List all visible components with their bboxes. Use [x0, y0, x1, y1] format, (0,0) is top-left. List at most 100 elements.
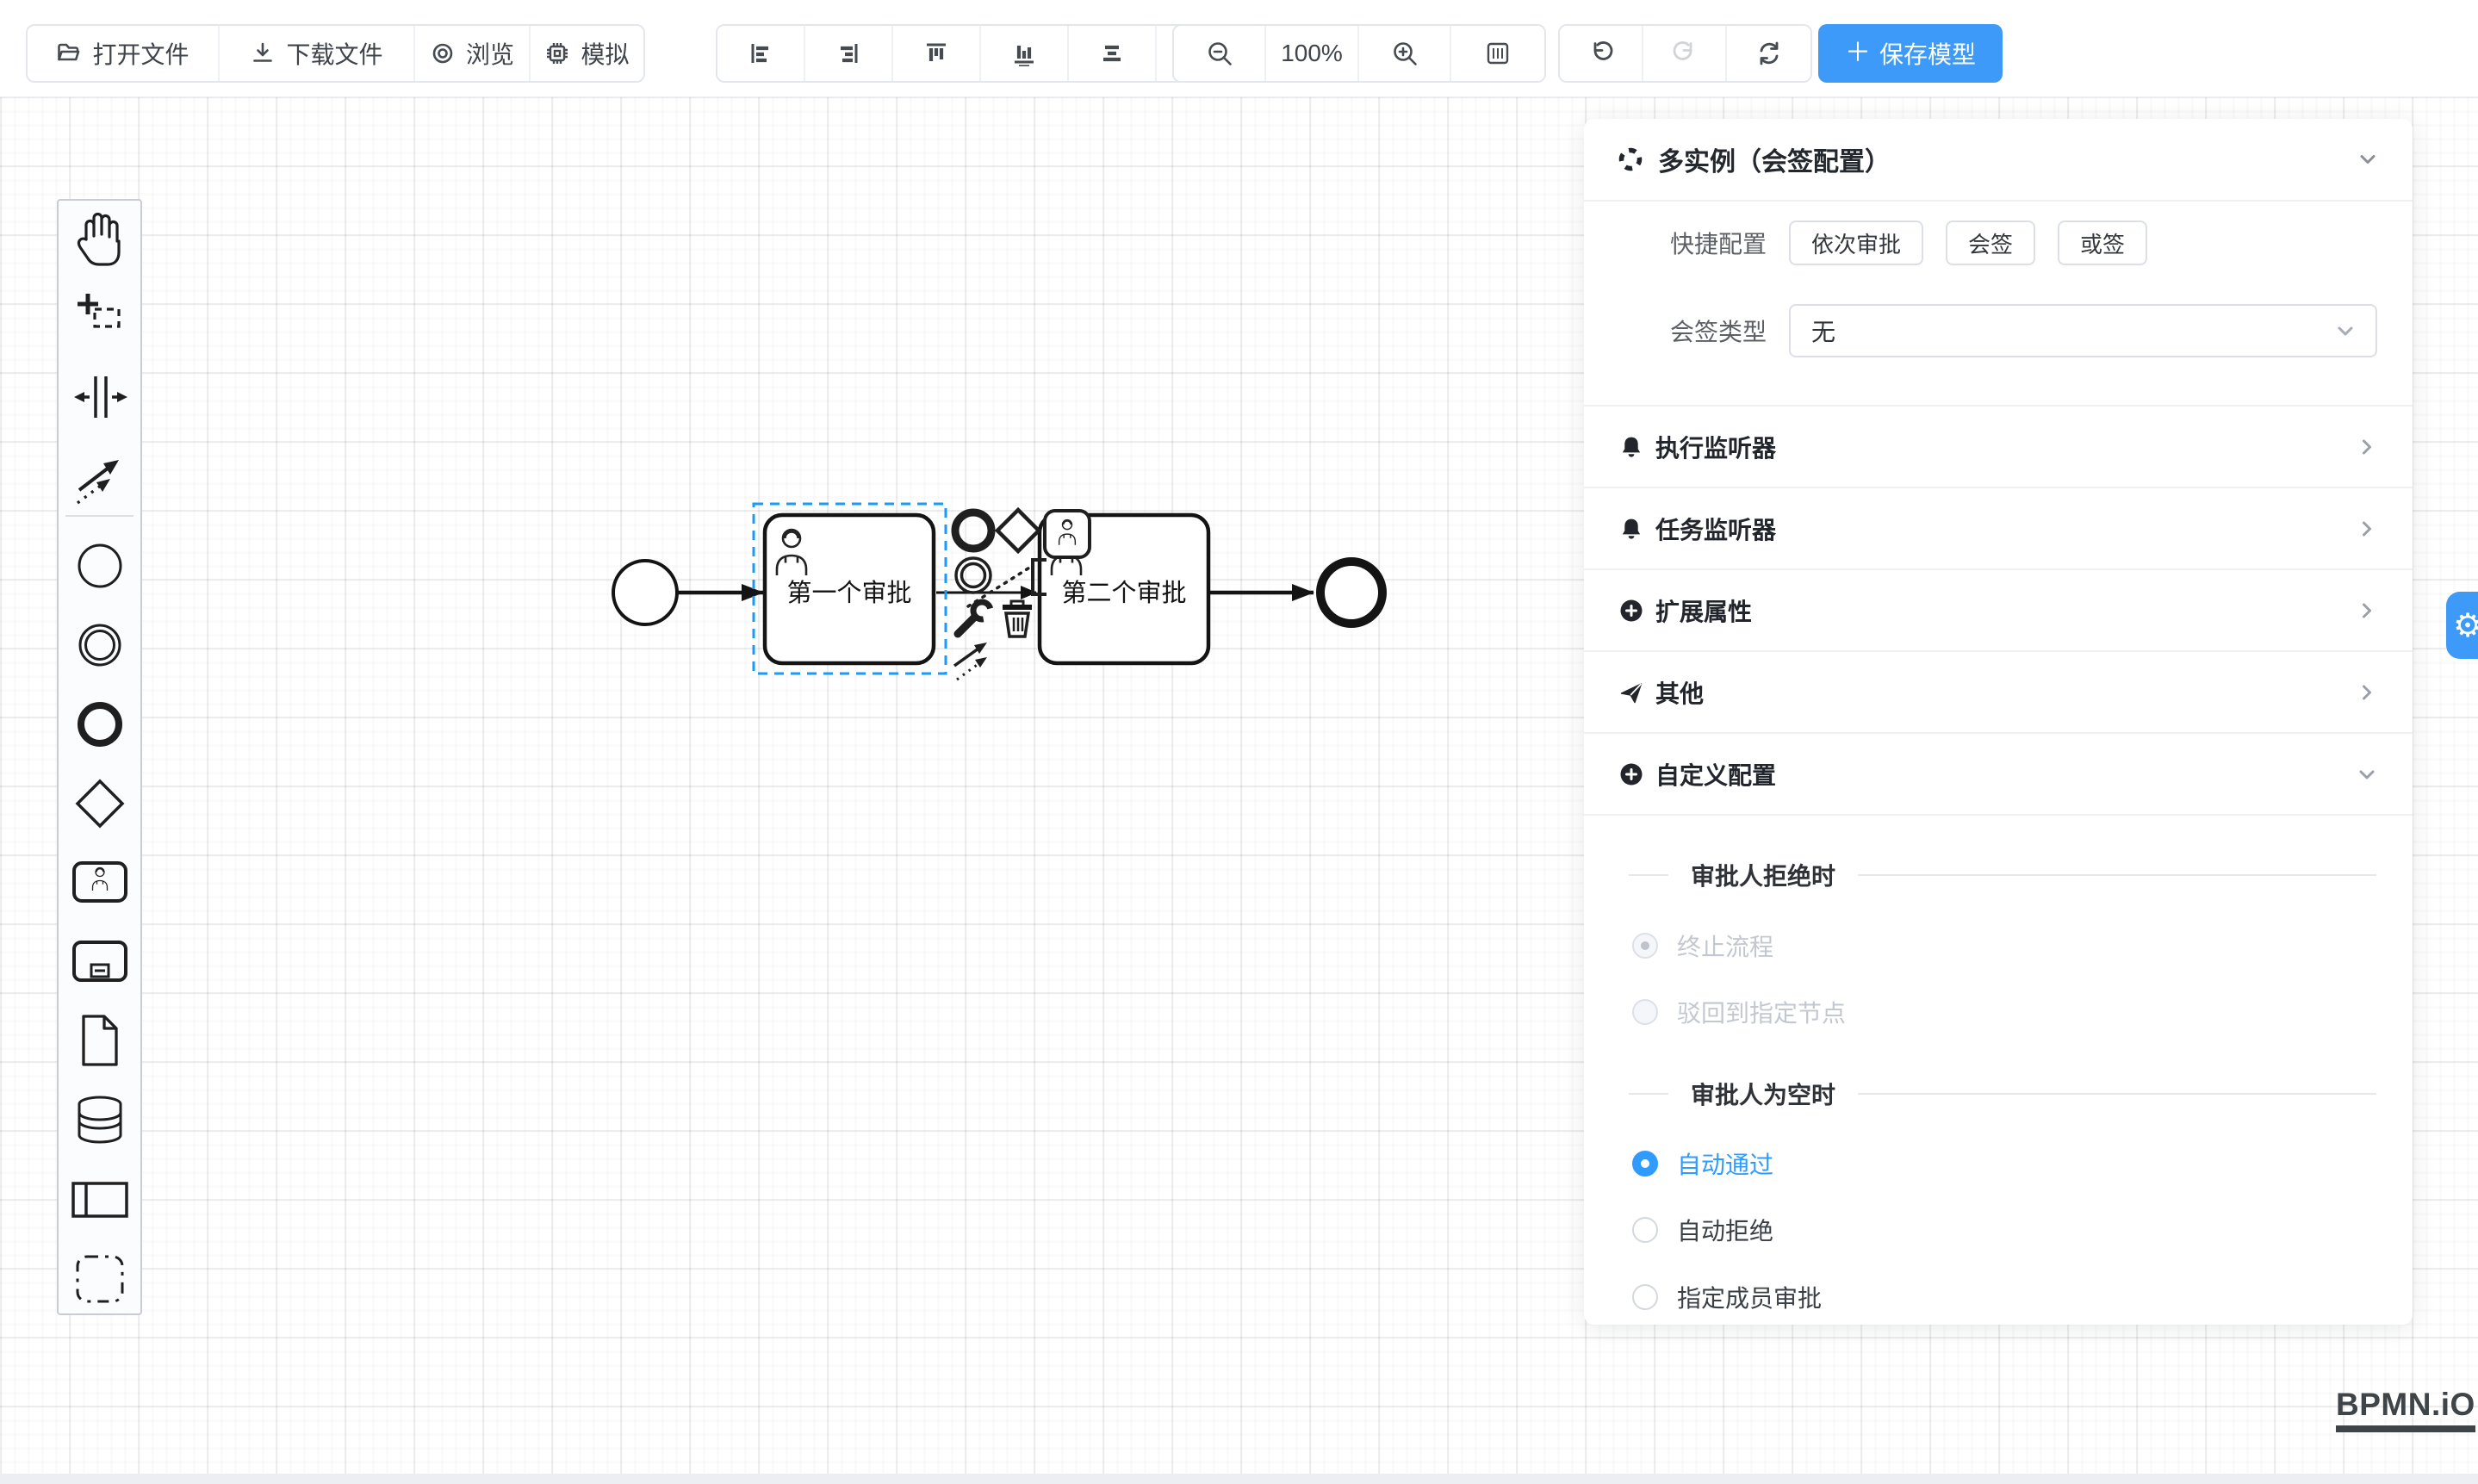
- sign-type-select[interactable]: 无: [1789, 304, 2377, 357]
- download-icon: [250, 40, 276, 66]
- simulate-label: 模拟: [581, 36, 629, 71]
- section-label: 扩展属性: [1655, 593, 1752, 628]
- align-top-button[interactable]: [893, 26, 981, 81]
- align-center-horizontal-icon: [1099, 40, 1125, 66]
- file-button-group: 打开文件 下载文件 浏览 模拟: [26, 24, 645, 83]
- undo-button[interactable]: [1560, 26, 1643, 81]
- history-button-group: [1558, 24, 1812, 83]
- zoom-level[interactable]: 100%: [1266, 26, 1359, 81]
- quick-option-orsign[interactable]: 或签: [2058, 220, 2147, 265]
- settings-tab[interactable]: ⚙: [2446, 592, 2478, 659]
- create-data-object-icon[interactable]: [59, 1009, 140, 1071]
- section-label: 其他: [1655, 675, 1704, 710]
- open-file-button[interactable]: 打开文件: [28, 26, 220, 81]
- chevron-right-icon: [2356, 518, 2378, 540]
- sign-type-row: 会签类型 无: [1584, 304, 2413, 357]
- toolbar: 打开文件 下载文件 浏览 模拟: [0, 0, 2478, 97]
- create-start-event-icon[interactable]: [59, 535, 140, 597]
- create-data-store-icon[interactable]: [59, 1089, 140, 1151]
- quick-option-countersign[interactable]: 会签: [1946, 220, 2035, 265]
- gear-icon: ⚙: [2453, 606, 2478, 645]
- radio-label: 终止流程: [1677, 928, 1773, 963]
- align-bottom-icon: [1011, 40, 1037, 66]
- download-file-button[interactable]: 下载文件: [220, 26, 415, 81]
- undo-icon: [1587, 40, 1615, 67]
- cpu-icon: [544, 40, 570, 66]
- radio-auto-reject[interactable]: 自动拒绝: [1584, 1209, 2413, 1251]
- create-intermediate-event-icon[interactable]: [59, 614, 140, 676]
- save-model-label: 保存模型: [1879, 36, 1976, 71]
- zoom-in-button[interactable]: [1359, 26, 1451, 81]
- section-task-listener[interactable]: 任务监听器: [1584, 488, 2413, 570]
- radio-icon: [1632, 1217, 1658, 1243]
- reject-divider: 审批人拒绝时: [1584, 854, 2413, 896]
- radio-label: 自动拒绝: [1677, 1213, 1773, 1247]
- sign-type-label: 会签类型: [1661, 314, 1767, 348]
- radio-auto-pass[interactable]: 自动通过: [1584, 1143, 2413, 1184]
- fit-viewport-button[interactable]: [1451, 26, 1544, 81]
- space-tool-icon[interactable]: [59, 366, 140, 428]
- section-execution-listener[interactable]: 执行监听器: [1584, 407, 2413, 488]
- preview-icon: [430, 40, 456, 66]
- quick-option-sequential[interactable]: 依次审批: [1789, 220, 1923, 265]
- align-left-button[interactable]: [717, 26, 805, 81]
- create-group-icon[interactable]: [59, 1248, 140, 1310]
- create-subprocess-icon[interactable]: [59, 930, 140, 992]
- quick-config-label: 快捷配置: [1661, 226, 1767, 260]
- section-label: 执行监听器: [1655, 430, 1776, 464]
- chevron-down-icon: [2356, 763, 2378, 785]
- section-label: 任务监听器: [1655, 512, 1776, 546]
- radio-icon: [1632, 999, 1658, 1025]
- create-user-task-icon[interactable]: [59, 851, 140, 913]
- chevron-right-icon: [2356, 599, 2378, 622]
- align-button-group: [716, 24, 1246, 83]
- chevron-down-icon[interactable]: [2356, 147, 2380, 171]
- plus-circle-icon: [1618, 761, 1644, 787]
- section-extended-properties[interactable]: 扩展属性: [1584, 570, 2413, 652]
- zoom-out-icon: [1206, 40, 1233, 67]
- chevron-down-icon: [2334, 320, 2357, 342]
- simulate-button[interactable]: 模拟: [531, 26, 643, 81]
- panel-header[interactable]: 多实例（会签配置）: [1584, 119, 2413, 202]
- align-left-icon: [748, 40, 773, 66]
- radio-return-to-node[interactable]: 驳回到指定节点: [1584, 991, 2413, 1033]
- align-right-button[interactable]: [805, 26, 893, 81]
- zoom-in-icon: [1391, 40, 1419, 67]
- lasso-tool-icon[interactable]: [59, 287, 140, 349]
- radio-terminate-process[interactable]: 终止流程: [1584, 925, 2413, 966]
- align-right-icon: [835, 40, 861, 66]
- radio-label: 驳回到指定节点: [1677, 995, 1846, 1029]
- horizontal-scrollbar[interactable]: [0, 1474, 2478, 1484]
- zoom-level-value: 100%: [1281, 40, 1343, 67]
- radio-assign-member[interactable]: 指定成员审批: [1584, 1276, 2413, 1318]
- zoom-button-group: 100%: [1172, 24, 1546, 83]
- empty-approver-divider: 审批人为空时: [1584, 1073, 2413, 1115]
- zoom-out-button[interactable]: [1174, 26, 1266, 81]
- section-other[interactable]: 其他: [1584, 652, 2413, 734]
- preview-label: 浏览: [466, 36, 514, 71]
- create-participant-icon[interactable]: [59, 1169, 140, 1231]
- section-custom-config[interactable]: 自定义配置: [1584, 734, 2413, 816]
- save-model-button[interactable]: ＋ 保存模型: [1818, 24, 2003, 83]
- preview-button[interactable]: 浏览: [415, 26, 531, 81]
- empty-approver-title: 审批人为空时: [1691, 1077, 1835, 1111]
- create-gateway-icon[interactable]: [59, 773, 140, 835]
- align-bottom-button[interactable]: [981, 26, 1069, 81]
- radio-label: 自动通过: [1677, 1146, 1773, 1181]
- plus-circle-icon: [1618, 598, 1644, 624]
- hand-tool-icon[interactable]: [59, 205, 140, 267]
- redo-button[interactable]: [1643, 26, 1727, 81]
- folder-open-icon: [56, 40, 82, 66]
- chevron-right-icon: [2356, 681, 2378, 704]
- global-connect-tool-icon[interactable]: [59, 445, 140, 507]
- panel-title: 多实例（会签配置）: [1658, 140, 1891, 178]
- download-file-label: 下载文件: [286, 36, 382, 71]
- reset-button[interactable]: [1727, 26, 1810, 81]
- radio-icon: [1632, 933, 1658, 959]
- open-file-label: 打开文件: [92, 36, 189, 71]
- radio-icon: [1632, 1151, 1658, 1177]
- section-label: 自定义配置: [1655, 757, 1776, 792]
- create-end-event-icon[interactable]: [59, 693, 140, 755]
- align-center-horizontal-button[interactable]: [1069, 26, 1157, 81]
- plus-icon: ＋: [1845, 40, 1871, 66]
